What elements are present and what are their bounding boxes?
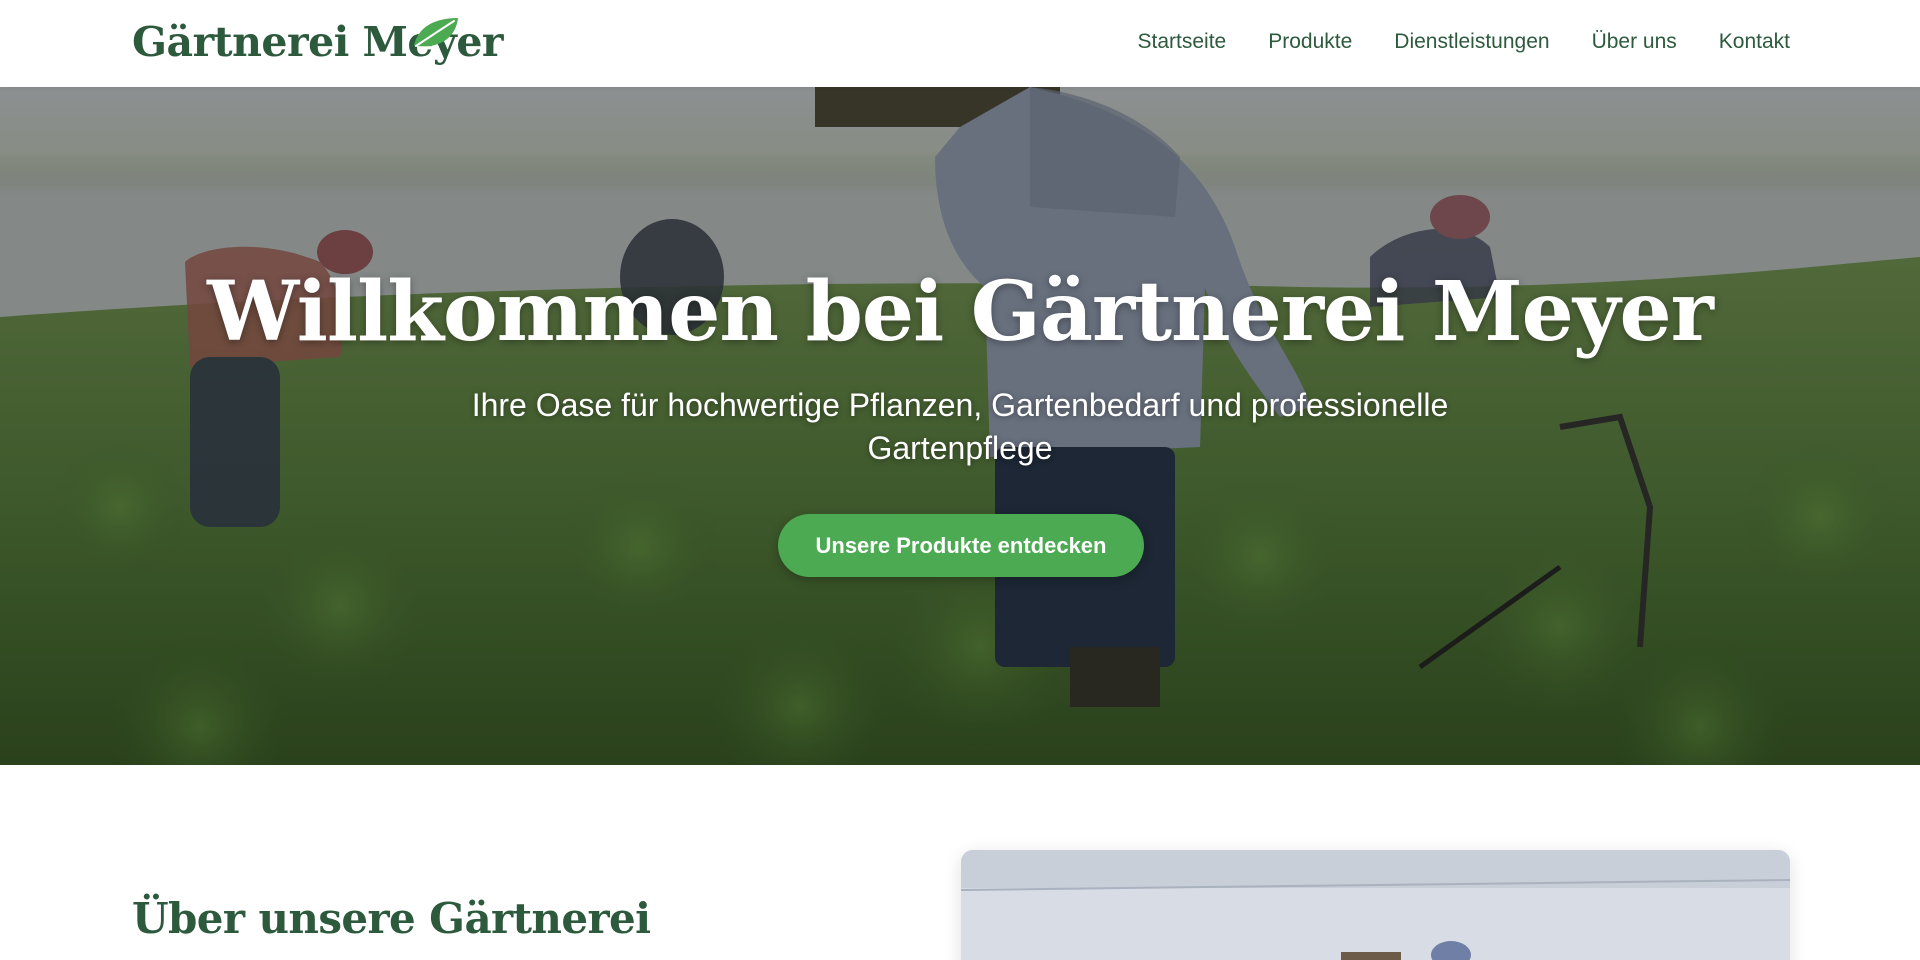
about-image-photo <box>961 850 1790 960</box>
nav-link-ueber-uns[interactable]: Über uns <box>1592 30 1677 54</box>
logo[interactable]: Gärtnerei Meyer <box>132 14 504 70</box>
nav-link-kontakt[interactable]: Kontakt <box>1719 30 1790 54</box>
nav-link-dienstleistungen[interactable]: Dienstleistungen <box>1394 30 1549 54</box>
about-image <box>961 850 1790 960</box>
hero-content: Willkommen bei Gärtnerei Meyer Ihre Oase… <box>0 87 1920 765</box>
hero-title: Willkommen bei Gärtnerei Meyer <box>207 264 1714 360</box>
about-section-title: Über unsere Gärtnerei <box>132 894 651 943</box>
discover-products-button[interactable]: Unsere Produkte entdecken <box>778 514 1144 577</box>
site-header: Gärtnerei Meyer Startseite Produkte Dien… <box>0 0 1920 87</box>
main-nav: Startseite Produkte Dienstleistungen Übe… <box>1138 0 1790 84</box>
nav-link-produkte[interactable]: Produkte <box>1268 30 1352 54</box>
nav-link-startseite[interactable]: Startseite <box>1138 30 1227 54</box>
hero-subtitle: Ihre Oase für hochwertige Pflanzen, Gart… <box>471 387 1449 466</box>
leaf-icon <box>414 18 458 47</box>
hero-section: Willkommen bei Gärtnerei Meyer Ihre Oase… <box>0 87 1920 765</box>
